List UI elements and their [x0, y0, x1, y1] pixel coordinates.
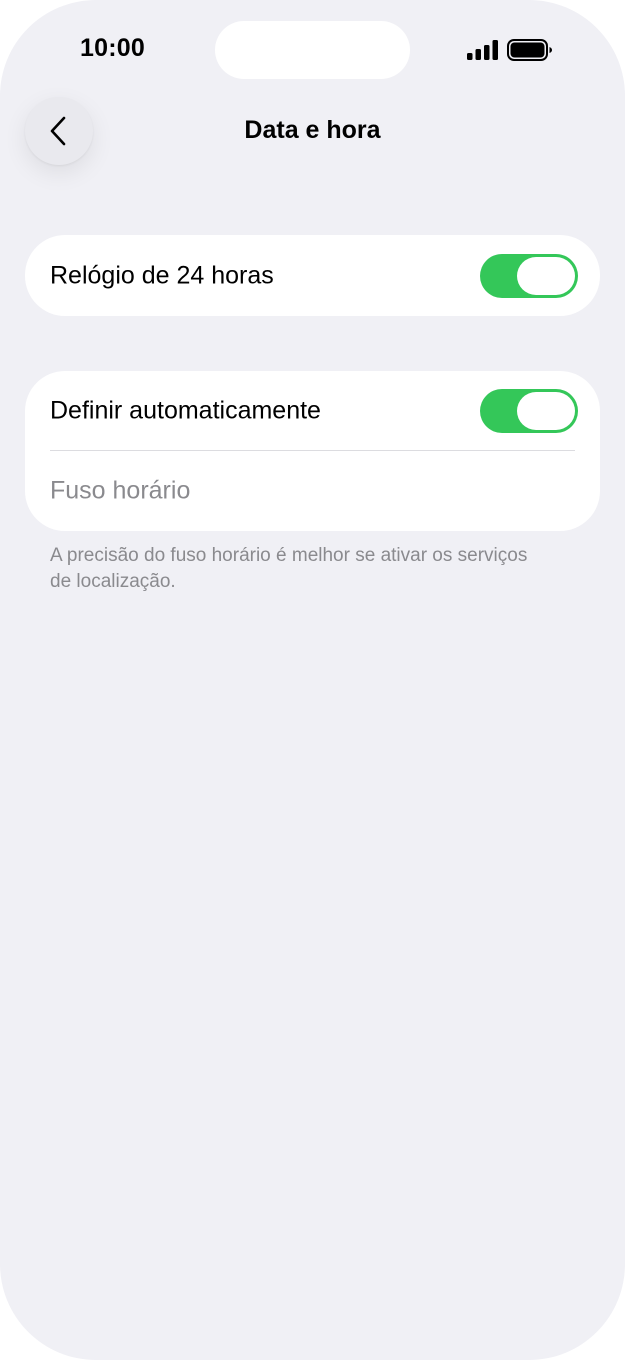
auto-set-label: Definir automaticamente	[50, 396, 321, 425]
time-zone-label: Fuso horário	[50, 476, 191, 505]
toggle-knob	[517, 392, 575, 430]
clock-24h-row: Relógio de 24 horas	[25, 235, 600, 316]
clock-24h-toggle[interactable]	[480, 253, 578, 298]
clock-format-card: Relógio de 24 horas	[25, 235, 600, 316]
clock-24h-label: Relógio de 24 horas	[50, 261, 274, 289]
battery-icon	[507, 39, 552, 61]
toggle-knob	[517, 256, 575, 295]
dynamic-island	[215, 21, 410, 79]
time-zone-footnote: A precisão do fuso horário é melhor se a…	[50, 545, 528, 592]
date-time-card: Definir automaticamente Fuso horário	[25, 371, 600, 531]
time-zone-row[interactable]: Fuso horário	[25, 451, 600, 531]
page-title: Data e hora	[244, 116, 381, 144]
auto-set-row: Definir automaticamente	[25, 371, 600, 451]
auto-set-toggle[interactable]	[480, 389, 578, 433]
cellular-signal-icon	[467, 40, 498, 60]
status-time: 10:00	[80, 34, 145, 62]
phone-screen: 10:00 Data e hora Relógio de 24 horas De…	[0, 0, 625, 1360]
